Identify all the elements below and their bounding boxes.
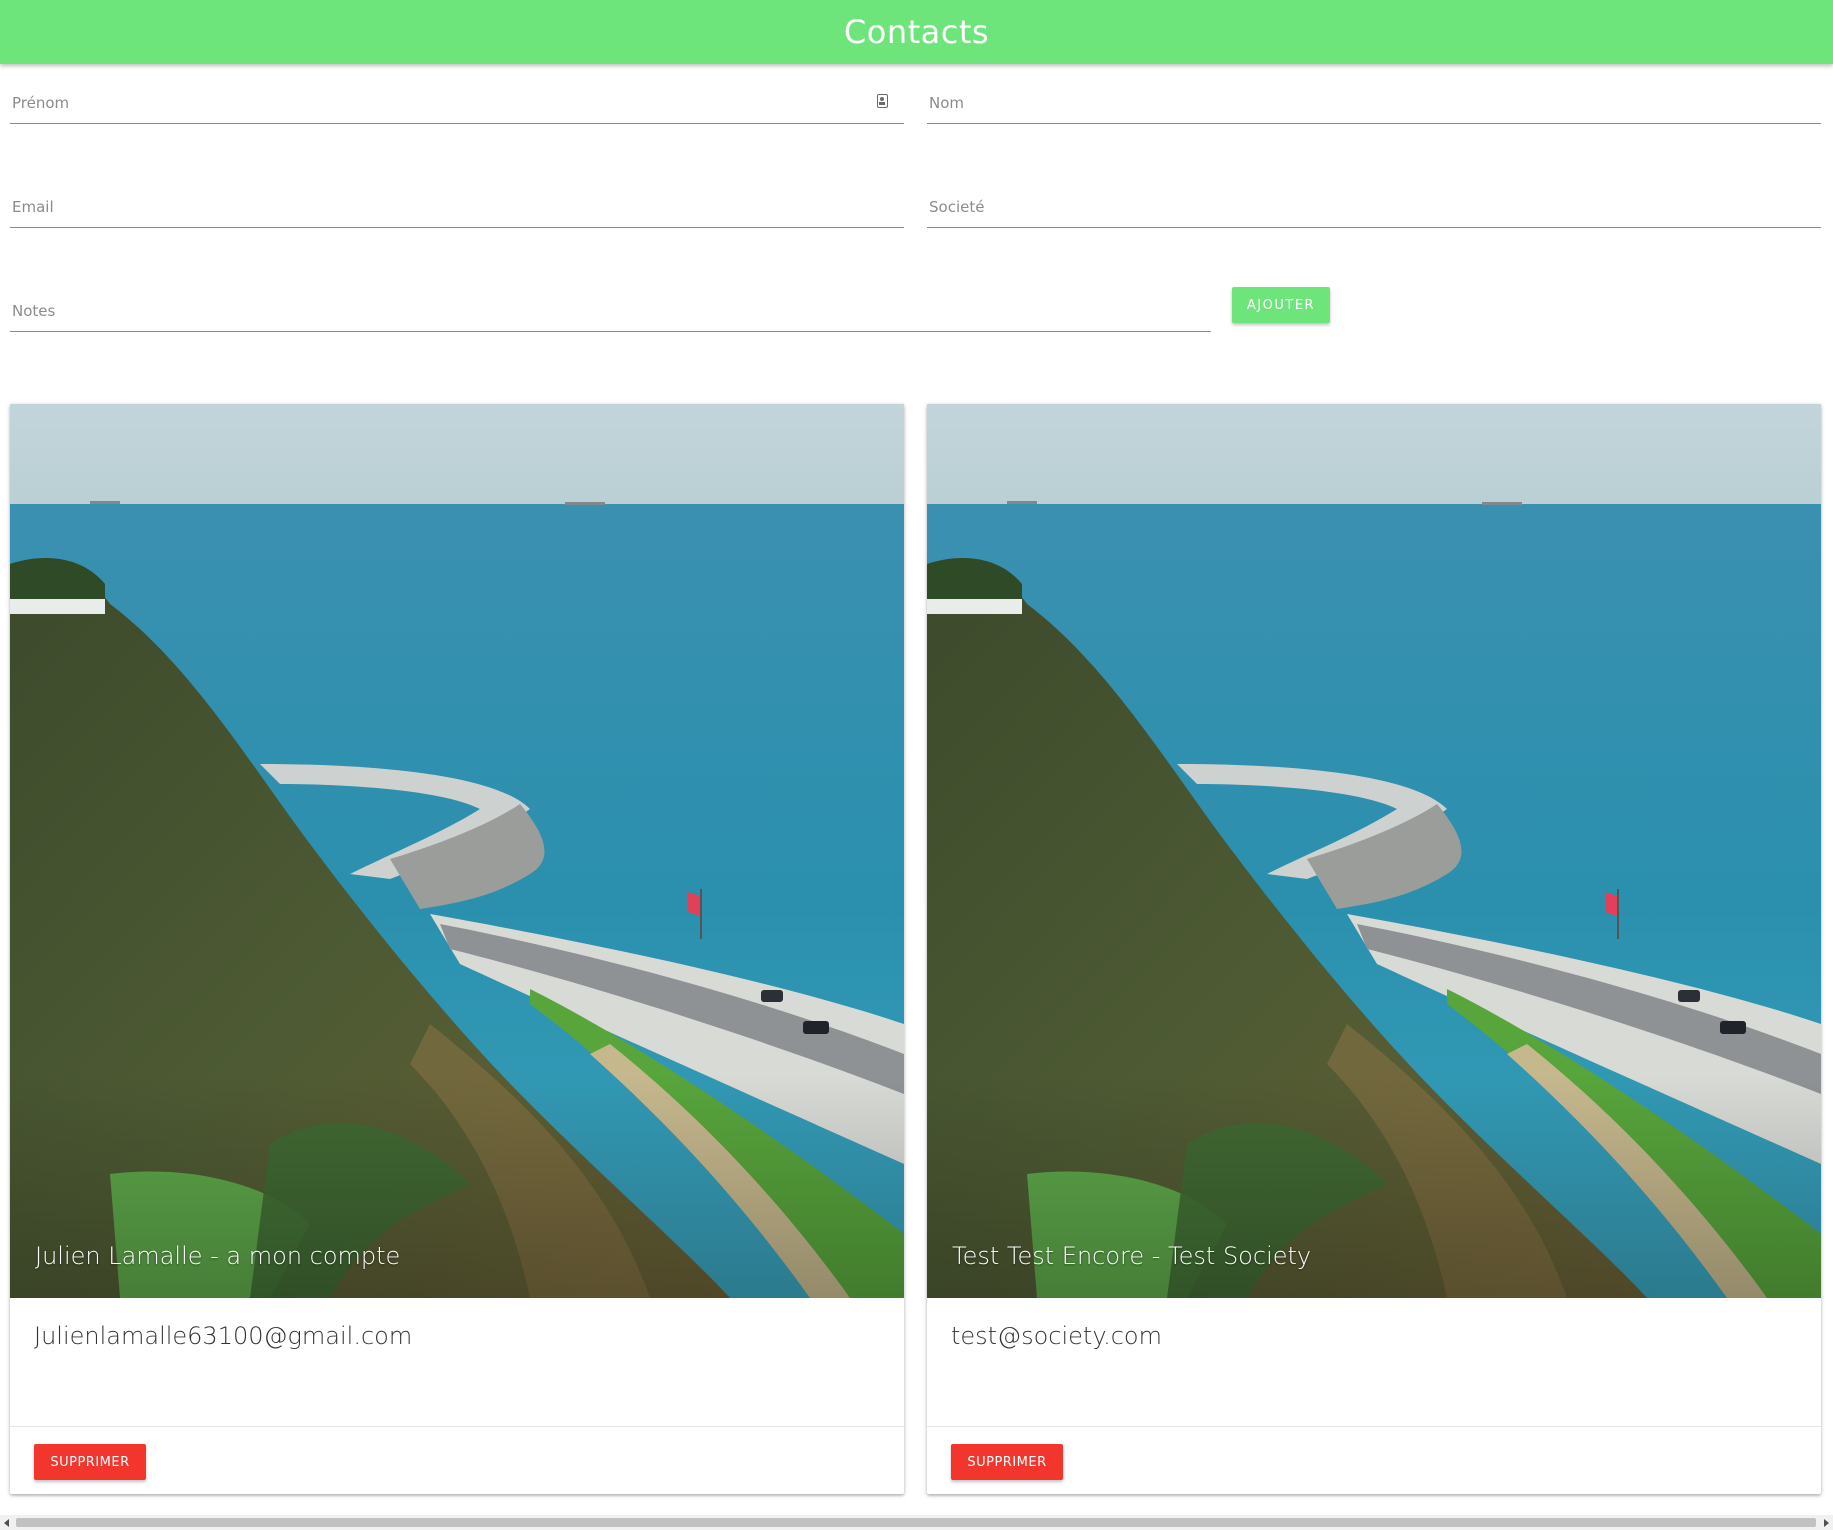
email-input[interactable] bbox=[10, 170, 904, 228]
nom-input[interactable] bbox=[927, 66, 1821, 124]
scrollbar-thumb[interactable] bbox=[16, 1518, 1816, 1527]
email-field[interactable]: Email bbox=[10, 170, 904, 228]
scroll-left-arrow-icon[interactable] bbox=[4, 1519, 9, 1527]
delete-button[interactable]: Supprimer bbox=[951, 1444, 1063, 1480]
card-divider bbox=[10, 1426, 904, 1427]
add-button[interactable]: Ajouter bbox=[1232, 287, 1330, 323]
societe-field[interactable]: Societé bbox=[927, 170, 1821, 228]
contact-card-icon[interactable] bbox=[877, 94, 888, 108]
notes-input[interactable] bbox=[10, 274, 1211, 332]
societe-input[interactable] bbox=[927, 170, 1821, 228]
contact-email: test@society.com bbox=[951, 1322, 1162, 1350]
card-image: Test Test Encore - Test Society bbox=[927, 404, 1821, 1298]
contact-title: Test Test Encore - Test Society bbox=[952, 1242, 1312, 1270]
app-title: Contacts bbox=[843, 13, 990, 51]
nom-field[interactable]: Nom bbox=[927, 66, 1821, 124]
card-divider bbox=[927, 1426, 1821, 1427]
contact-email: Julienlamalle63100@gmail.com bbox=[34, 1322, 413, 1350]
contact-card: Julien Lamalle - a mon compte Julienlama… bbox=[10, 404, 904, 1494]
scroll-right-arrow-icon[interactable] bbox=[1824, 1519, 1829, 1527]
contact-card: Test Test Encore - Test Society test@soc… bbox=[927, 404, 1821, 1494]
horizontal-scrollbar[interactable] bbox=[0, 1515, 1833, 1530]
contact-title: Julien Lamalle - a mon compte bbox=[35, 1242, 401, 1270]
prenom-input[interactable] bbox=[10, 66, 904, 124]
card-image: Julien Lamalle - a mon compte bbox=[10, 404, 904, 1298]
app-bar: Contacts bbox=[0, 0, 1833, 64]
prenom-field[interactable]: Prénom bbox=[10, 66, 904, 124]
delete-button[interactable]: Supprimer bbox=[34, 1444, 146, 1480]
notes-field[interactable]: Notes bbox=[10, 274, 1211, 332]
